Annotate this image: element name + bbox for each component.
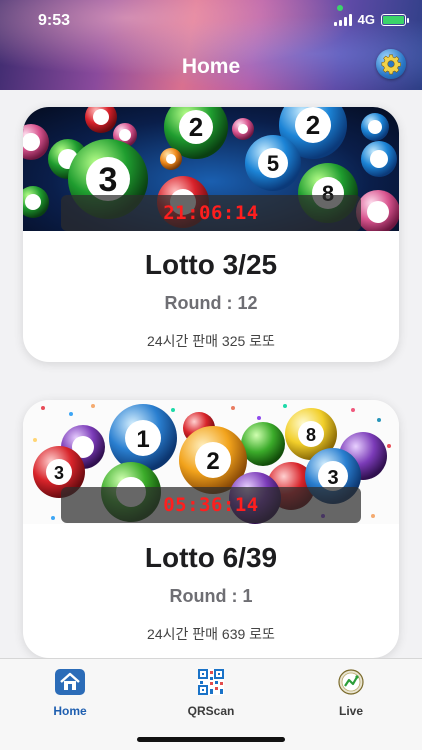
tab-label: QRScan bbox=[187, 704, 235, 718]
lotto-description: 24시간 판매 639 로또 bbox=[147, 626, 275, 642]
page-title: Home bbox=[181, 55, 241, 78]
timer-value: 21:06:14 bbox=[163, 202, 259, 224]
status-icons: 4G bbox=[333, 12, 409, 27]
tab-label: Live bbox=[338, 704, 363, 718]
app-header: 9:53 4G Home bbox=[0, 0, 422, 90]
svg-text:2: 2 bbox=[206, 448, 219, 475]
countdown-timer: 21:06:14 bbox=[61, 195, 361, 231]
svg-text:2: 2 bbox=[306, 110, 320, 140]
lotto-description: 24시간 판매 325 로또 bbox=[147, 333, 275, 349]
lotto-list: 2 2 3 5 8 21:06:14 Lotto 3/25 Round: 12… bbox=[0, 90, 422, 658]
lotto-card-6-39[interactable]: 1 8 3 2 3 05:36:14 Lotto 6/39 Round: 1 … bbox=[23, 400, 399, 658]
tab-qrscan[interactable]: QRScan bbox=[166, 669, 256, 718]
lotto-round: Round : 1 bbox=[169, 586, 253, 606]
lotto-balls-image: 2 2 3 5 8 21:06:14 bbox=[23, 107, 399, 231]
svg-text:3: 3 bbox=[99, 161, 118, 199]
countdown-timer: 05:36:14 bbox=[61, 487, 361, 523]
privacy-indicator-dot bbox=[337, 5, 343, 11]
network-label: 4G bbox=[357, 12, 375, 27]
svg-text:5: 5 bbox=[267, 151, 279, 176]
home-indicator bbox=[137, 737, 285, 742]
qr-code-icon bbox=[198, 669, 224, 695]
tab-label: Home bbox=[53, 704, 87, 718]
lotto-balls-image: 1 8 3 2 3 05:36:14 bbox=[23, 400, 399, 524]
settings-button[interactable] bbox=[376, 49, 406, 79]
svg-text:1: 1 bbox=[136, 426, 149, 453]
svg-text:8: 8 bbox=[306, 425, 316, 445]
live-icon bbox=[338, 669, 364, 695]
svg-text:3: 3 bbox=[54, 463, 64, 483]
timer-value: 05:36:14 bbox=[163, 494, 259, 516]
lotto-title: Lotto 6/39 bbox=[144, 542, 278, 573]
lotto-card-3-25[interactable]: 2 2 3 5 8 21:06:14 Lotto 3/25 Round: 12… bbox=[23, 107, 399, 362]
home-icon bbox=[55, 669, 85, 695]
tab-live[interactable]: Live bbox=[306, 669, 396, 718]
gear-icon bbox=[381, 54, 401, 75]
lotto-round: Round : 12 bbox=[164, 293, 258, 313]
lotto-title: Lotto 3/25 bbox=[144, 249, 278, 280]
svg-text:2: 2 bbox=[189, 112, 203, 142]
svg-text:3: 3 bbox=[327, 467, 338, 489]
tab-home[interactable]: Home bbox=[25, 669, 115, 718]
status-time: 9:53 bbox=[38, 12, 71, 29]
battery-icon bbox=[381, 13, 409, 26]
signal-icon bbox=[333, 13, 352, 26]
